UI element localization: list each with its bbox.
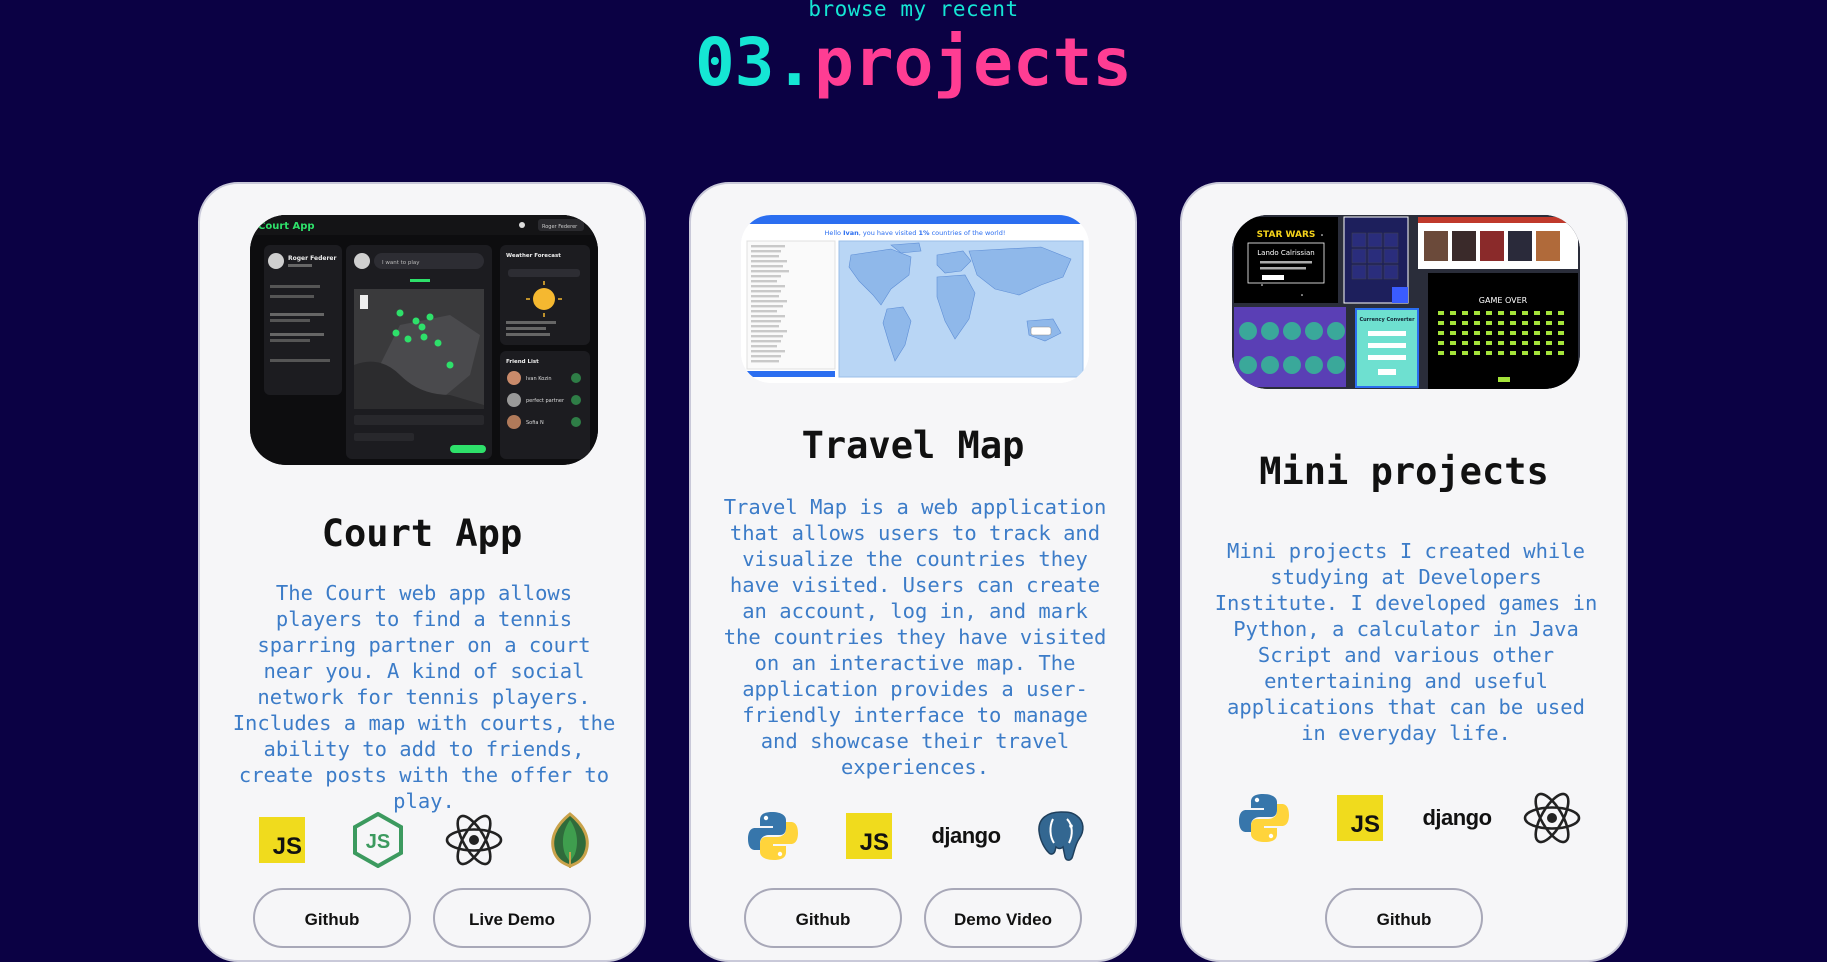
svg-text:JS: JS xyxy=(366,831,390,853)
svg-text:Weather Forecast: Weather Forecast xyxy=(506,253,561,259)
court-app-screenshot-art: Court App Roger Federer Roger Federer I … xyxy=(250,215,598,465)
project-description: Mini projects I created while studying a… xyxy=(1214,539,1598,745)
mongodb-icon xyxy=(540,810,600,870)
react-icon xyxy=(1522,788,1582,848)
svg-text:Roger Federer: Roger Federer xyxy=(542,224,578,230)
mini-projects-screenshot: STAR WARS Lando Calrissian Currency Conv… xyxy=(1232,215,1580,389)
section-eyebrow: browse my recent xyxy=(808,0,1019,21)
project-card-travel-map: Hello Ivan, you have visited 1% countrie… xyxy=(689,182,1137,962)
section-number: 03. xyxy=(694,24,815,101)
python-icon xyxy=(743,806,803,866)
django-icon: django xyxy=(931,823,1001,848)
travel-map-screenshot-art: Hello Ivan, you have visited 1% countrie… xyxy=(741,215,1089,383)
django-icon: django xyxy=(1422,805,1492,830)
svg-text:Lando Calrissian: Lando Calrissian xyxy=(1257,249,1315,257)
court-app-logo-text: Court App xyxy=(258,221,315,232)
svg-text:STAR WARS: STAR WARS xyxy=(1257,230,1316,240)
svg-text:Friend List: Friend List xyxy=(506,359,539,365)
svg-text:perfect partner: perfect partner xyxy=(526,398,565,404)
section-heading: 03.projects xyxy=(0,24,1827,102)
javascript-icon: JS xyxy=(839,806,899,866)
react-icon xyxy=(444,810,504,870)
svg-text:Currency Converter: Currency Converter xyxy=(1359,317,1415,323)
svg-text:Sofia N: Sofia N xyxy=(526,420,544,426)
github-button[interactable]: Github xyxy=(253,888,411,948)
github-button[interactable]: Github xyxy=(1325,888,1483,948)
project-title: Court App xyxy=(321,512,523,555)
nodejs-icon: JS xyxy=(348,810,408,870)
project-title: Travel Map xyxy=(801,424,1025,467)
demo-video-button[interactable]: Demo Video xyxy=(924,888,1082,948)
python-icon xyxy=(1234,788,1294,848)
project-card-court-app: Court App Roger Federer Roger Federer I … xyxy=(198,182,646,962)
github-button[interactable]: Github xyxy=(744,888,902,948)
svg-text:Ivan Kozin: Ivan Kozin xyxy=(526,376,552,382)
javascript-icon: JS xyxy=(1330,788,1390,848)
svg-text:Roger Federer: Roger Federer xyxy=(288,255,336,262)
travel-map-screenshot: Hello Ivan, you have visited 1% countrie… xyxy=(741,215,1089,383)
svg-text:GAME OVER: GAME OVER xyxy=(1479,296,1528,305)
project-description: The Court web app allows players to find… xyxy=(232,581,616,813)
postgresql-icon xyxy=(1031,806,1091,866)
live-demo-button[interactable]: Live Demo xyxy=(433,888,591,948)
mini-projects-screenshot-art: STAR WARS Lando Calrissian Currency Conv… xyxy=(1232,215,1580,389)
svg-text:I want to play: I want to play xyxy=(382,260,420,266)
javascript-icon: JS xyxy=(252,810,312,870)
project-title: Mini projects xyxy=(1259,450,1549,493)
section-title: projects xyxy=(814,24,1133,101)
svg-text:Hello Ivan, you have visited 1: Hello Ivan, you have visited 1% countrie… xyxy=(825,229,1006,237)
project-card-mini-projects: STAR WARS Lando Calrissian Currency Conv… xyxy=(1180,182,1628,962)
project-description: Travel Map is a web application that all… xyxy=(723,495,1107,779)
court-app-screenshot: Court App Roger Federer Roger Federer I … xyxy=(250,215,598,465)
